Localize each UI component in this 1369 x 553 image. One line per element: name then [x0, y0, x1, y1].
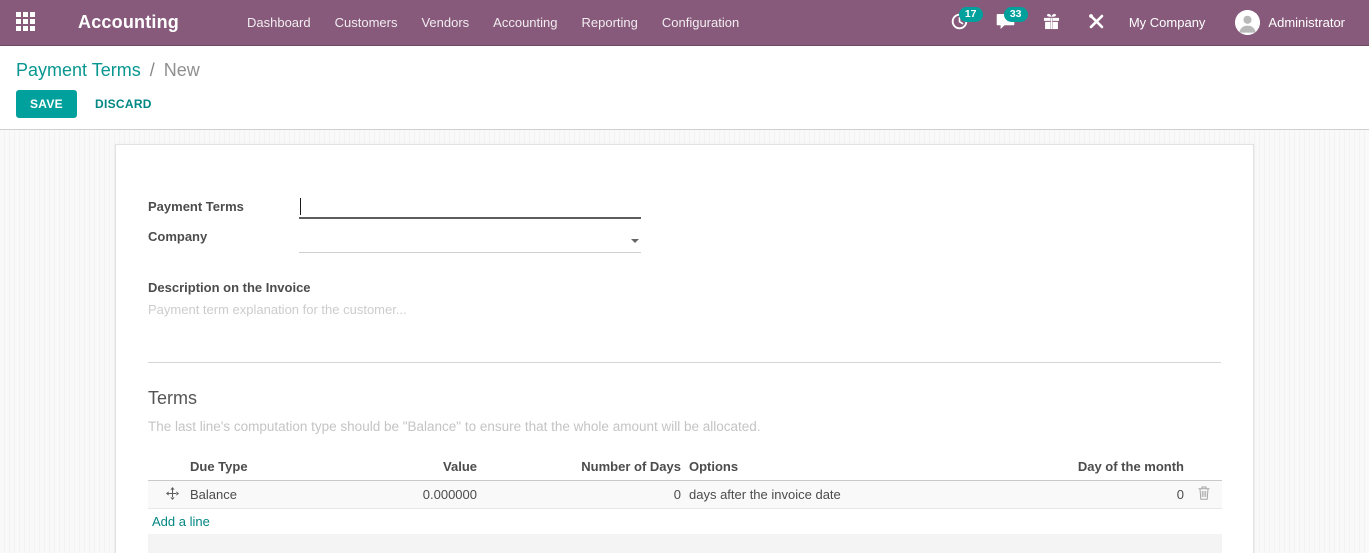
- cell-options[interactable]: days after the invoice date: [685, 481, 1043, 509]
- table-row[interactable]: Balance 0.000000 0 days after the invoic…: [148, 481, 1222, 509]
- description-input[interactable]: Payment term explanation for the custome…: [148, 302, 1221, 322]
- drag-handle-icon[interactable]: [152, 487, 179, 500]
- company-select[interactable]: [299, 228, 641, 253]
- apps-menu-button[interactable]: [16, 0, 50, 46]
- menu-item-dashboard[interactable]: Dashboard: [235, 1, 323, 44]
- menu-item-vendors[interactable]: Vendors: [409, 1, 481, 44]
- add-line-row: Add a line: [148, 509, 1222, 535]
- cell-day-of-month[interactable]: 0: [1043, 481, 1188, 509]
- apps-grid-icon: [16, 12, 35, 34]
- header-options[interactable]: Options: [685, 455, 1043, 481]
- avatar: [1235, 10, 1260, 35]
- add-a-line-link[interactable]: Add a line: [152, 514, 210, 529]
- terms-section-title: Terms: [148, 388, 1221, 409]
- header-number-of-days[interactable]: Number of Days: [481, 455, 685, 481]
- header-trash-spacer: [1188, 455, 1222, 481]
- empty-stripe-row: [148, 534, 1222, 553]
- breadcrumb: Payment Terms / New: [16, 57, 1353, 83]
- cell-due-type[interactable]: Balance: [186, 481, 388, 509]
- table-header-row: Due Type Value Number of Days Options Da…: [148, 455, 1222, 481]
- user-name: Administrator: [1260, 5, 1353, 40]
- payment-terms-input[interactable]: [299, 194, 641, 219]
- breadcrumb-separator: /: [146, 60, 159, 80]
- header-handle-spacer: [148, 455, 186, 481]
- activities-button[interactable]: 17: [939, 3, 980, 43]
- cell-value[interactable]: 0.000000: [388, 481, 481, 509]
- main-menu: Dashboard Customers Vendors Accounting R…: [235, 1, 751, 44]
- header-due-type[interactable]: Due Type: [186, 455, 388, 481]
- menu-item-reporting[interactable]: Reporting: [570, 1, 650, 44]
- terms-lines-table: Due Type Value Number of Days Options Da…: [148, 455, 1222, 553]
- discard-button[interactable]: DISCARD: [81, 91, 166, 117]
- section-divider: [148, 362, 1221, 363]
- user-menu[interactable]: Administrator: [1217, 5, 1353, 40]
- crossed-tools-icon: [1088, 13, 1105, 33]
- top-navbar: Accounting Dashboard Customers Vendors A…: [0, 0, 1369, 46]
- tools-button[interactable]: [1076, 3, 1117, 43]
- company-switcher[interactable]: My Company: [1121, 5, 1214, 40]
- header-value[interactable]: Value: [388, 455, 481, 481]
- cell-number-of-days[interactable]: 0: [481, 481, 685, 509]
- message-count-badge: 33: [1004, 7, 1028, 23]
- main-content: Payment Terms Company Description on the…: [0, 130, 1369, 553]
- breadcrumb-payment-terms-link[interactable]: Payment Terms: [16, 60, 141, 80]
- breadcrumb-current: New: [164, 60, 200, 80]
- text-cursor: [300, 198, 301, 215]
- terms-section-hint: The last line's computation type should …: [148, 419, 1221, 434]
- gift-icon: [1043, 13, 1060, 33]
- app-title[interactable]: Accounting: [78, 12, 179, 33]
- activity-count-badge: 17: [959, 7, 983, 23]
- rewards-button[interactable]: [1031, 3, 1072, 43]
- payment-terms-label: Payment Terms: [148, 194, 299, 214]
- company-label: Company: [148, 224, 299, 244]
- save-button[interactable]: SAVE: [16, 90, 77, 118]
- header-day-of-month[interactable]: Day of the month: [1043, 455, 1188, 481]
- messages-button[interactable]: 33: [984, 3, 1027, 43]
- description-label: Description on the Invoice: [148, 280, 1221, 295]
- chevron-down-icon: [631, 239, 639, 243]
- form-sheet: Payment Terms Company Description on the…: [115, 144, 1254, 553]
- menu-item-configuration[interactable]: Configuration: [650, 1, 751, 44]
- menu-item-customers[interactable]: Customers: [323, 1, 410, 44]
- control-panel: Payment Terms / New SAVE DISCARD: [0, 46, 1369, 130]
- trash-icon[interactable]: [1192, 486, 1210, 500]
- menu-item-accounting[interactable]: Accounting: [481, 1, 569, 44]
